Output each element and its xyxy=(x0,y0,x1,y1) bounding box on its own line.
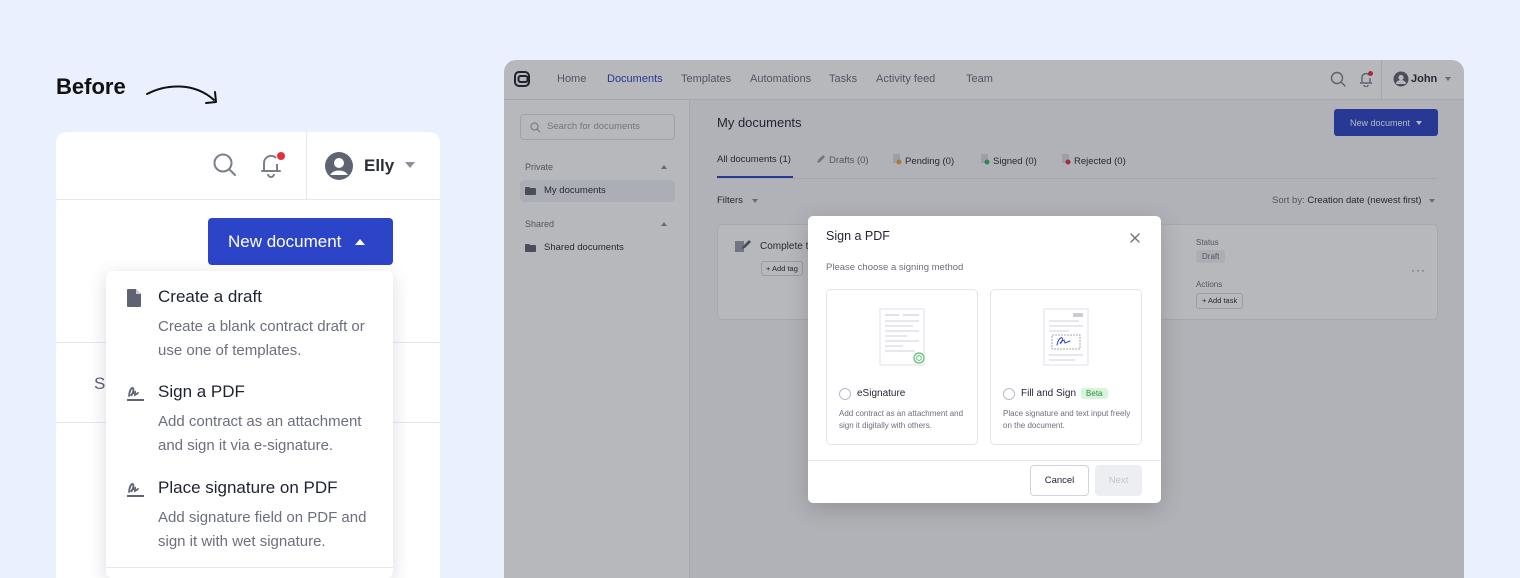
search-icon[interactable] xyxy=(212,152,238,178)
sign-pdf-modal: Sign a PDF Please choose a signing metho… xyxy=(808,216,1161,503)
option-fill-and-sign[interactable]: Fill and Sign Beta Place signature and te… xyxy=(990,289,1142,445)
avatar-icon[interactable] xyxy=(324,151,354,181)
modal-footer-divider xyxy=(808,460,1161,461)
file-icon xyxy=(127,289,141,307)
new-document-label: New document xyxy=(228,231,342,251)
new-document-button[interactable]: New document xyxy=(208,218,393,265)
before-label: Before xyxy=(56,74,126,99)
cancel-button[interactable]: Cancel xyxy=(1030,465,1089,496)
signature-icon xyxy=(127,483,144,497)
next-button[interactable]: Next xyxy=(1095,465,1142,496)
beta-badge: Beta xyxy=(1081,388,1108,399)
user-name[interactable]: Elly xyxy=(364,156,394,176)
esignature-illustration-icon xyxy=(879,308,925,366)
option-desc: Add contract as an attachment and sign i… xyxy=(839,409,964,430)
dropdown-item-desc: Create a blank contract draft or use one… xyxy=(158,318,365,359)
top-bar: Elly xyxy=(56,132,440,200)
notification-dot xyxy=(277,152,285,160)
modal-subtitle: Please choose a signing method xyxy=(826,262,964,273)
close-icon[interactable] xyxy=(1130,233,1140,243)
option-title: eSignature xyxy=(857,388,906,399)
dropdown-item-title: Sign a PDF xyxy=(158,382,245,401)
signature-icon xyxy=(127,387,144,401)
new-document-dropdown: Create a draft Create a blank contract d… xyxy=(106,271,393,578)
dropdown-item-desc: Add contract as an attachment and sign i… xyxy=(158,413,362,454)
dropdown-item-title: Place signature on PDF xyxy=(158,478,338,497)
option-title: Fill and Sign Beta xyxy=(1021,388,1108,399)
divider xyxy=(306,132,307,200)
dropdown-divider xyxy=(106,567,393,568)
dropdown-item-title: Create a draft xyxy=(158,287,262,306)
option-title-text: Fill and Sign xyxy=(1021,388,1077,399)
dropdown-item-desc: Add signature field on PDF and sign it w… xyxy=(158,509,367,550)
option-esignature[interactable]: eSignature Add contract as an attachment… xyxy=(826,289,978,445)
radio-esignature[interactable] xyxy=(839,388,851,400)
option-desc: Place signature and text input freely on… xyxy=(1003,409,1131,430)
modal-title: Sign a PDF xyxy=(826,229,890,243)
radio-fill-and-sign[interactable] xyxy=(1003,388,1015,400)
chevron-up-icon xyxy=(355,238,366,245)
chevron-down-icon[interactable] xyxy=(405,162,415,168)
fill-and-sign-illustration-icon xyxy=(1043,308,1089,366)
curved-arrow-icon xyxy=(146,85,217,104)
partial-row-text: S xyxy=(94,374,106,393)
after-app-window: Home Documents Templates Automations Tas… xyxy=(504,60,1464,578)
